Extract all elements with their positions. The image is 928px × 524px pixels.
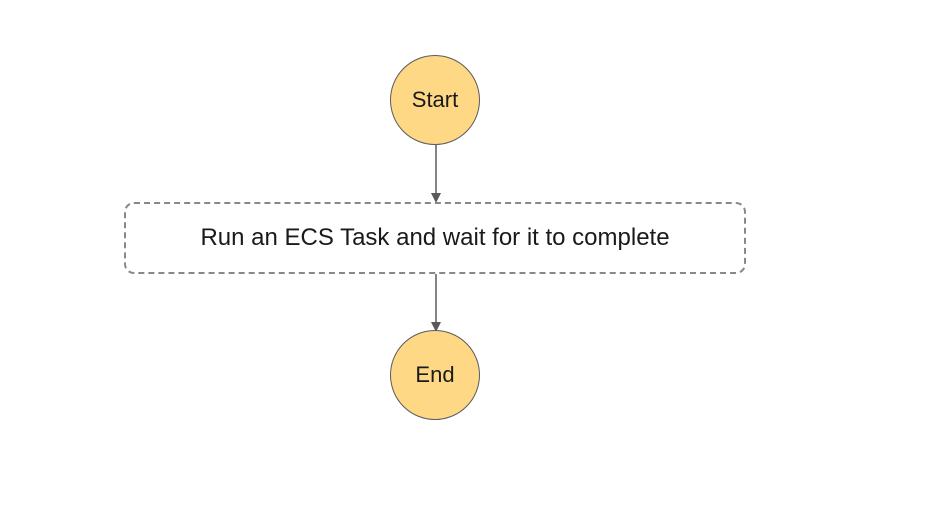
start-node: Start [390,55,480,145]
task-node: Run an ECS Task and wait for it to compl… [124,202,746,274]
end-label: End [415,362,454,388]
flowchart-diagram: Start Run an ECS Task and wait for it to… [0,0,928,524]
arrow-start-to-task [430,145,442,203]
end-node: End [390,330,480,420]
task-label: Run an ECS Task and wait for it to compl… [200,224,669,252]
arrow-task-to-end [430,274,442,332]
start-label: Start [412,87,458,113]
